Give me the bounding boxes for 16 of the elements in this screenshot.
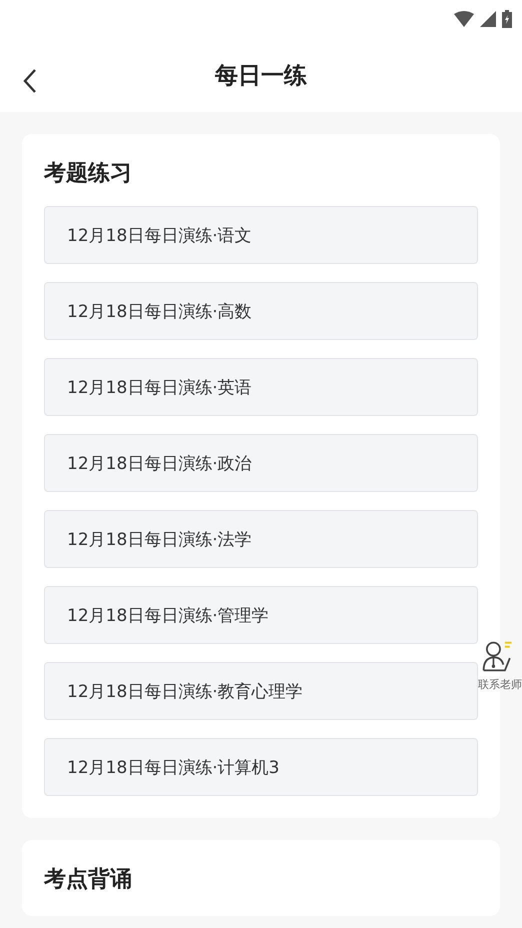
practice-item[interactable]: 12月18日每日演练·法学 — [44, 510, 478, 568]
signal-icon — [480, 11, 496, 27]
section-title: 考点背诵 — [44, 866, 133, 894]
practice-item[interactable]: 12月18日每日演练·语文 — [44, 206, 478, 264]
page-title: 每日一练 — [215, 62, 307, 90]
battery-icon — [502, 10, 512, 28]
contact-teacher-button[interactable]: 联系老师 — [478, 640, 522, 692]
back-icon[interactable] — [22, 68, 38, 94]
wifi-icon — [454, 11, 474, 27]
practice-item[interactable]: 12月18日每日演练·高数 — [44, 282, 478, 340]
practice-item[interactable]: 12月18日每日演练·管理学 — [44, 586, 478, 644]
practice-item[interactable]: 12月18日每日演练·英语 — [44, 358, 478, 416]
practice-item[interactable]: 12月18日每日演练·计算机3 — [44, 738, 478, 796]
section-title: 考题练习 — [44, 160, 133, 188]
practice-item[interactable]: 12月18日每日演练·教育心理学 — [44, 662, 478, 720]
practice-item[interactable]: 12月18日每日演练·政治 — [44, 434, 478, 492]
